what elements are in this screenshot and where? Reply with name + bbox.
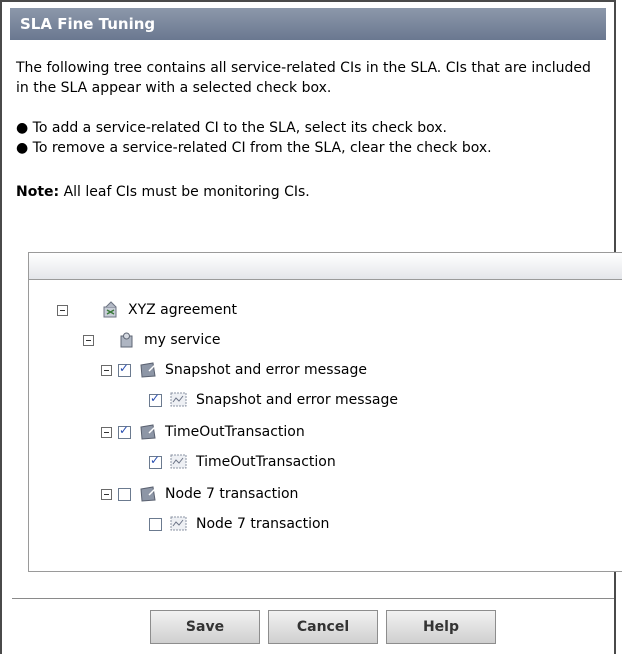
note-label: Note: xyxy=(16,184,60,200)
include-checkbox[interactable] xyxy=(118,423,131,439)
include-checkbox[interactable] xyxy=(149,453,162,469)
tree-node-xyz-agreement[interactable]: XYZ agreement xyxy=(57,299,237,321)
tree-header xyxy=(29,253,622,280)
note-text: All leaf CIs must be monitoring CIs. xyxy=(63,184,310,200)
collapse-icon[interactable] xyxy=(101,364,112,376)
tree-node-node7-group[interactable]: Node 7 transaction xyxy=(101,483,298,505)
cancel-button[interactable]: Cancel xyxy=(268,610,378,644)
instruction-item: ● To remove a service-related CI from th… xyxy=(16,140,492,156)
tree-node-snapshot-group[interactable]: Snapshot and error message xyxy=(101,359,367,381)
tree-node-label: Node 7 transaction xyxy=(196,516,330,532)
agreement-icon xyxy=(103,301,117,318)
intro-text: The following tree contains all service-… xyxy=(16,60,591,96)
tree-node-label: Snapshot and error message xyxy=(196,392,398,408)
tree-node-label: Snapshot and error message xyxy=(165,362,367,378)
help-button[interactable]: Help xyxy=(386,610,496,644)
instruction-text: To remove a service-related CI from the … xyxy=(32,140,492,156)
instruction-text: To add a service-related CI to the SLA, … xyxy=(32,120,447,136)
save-button[interactable]: Save xyxy=(150,610,260,644)
tree-node-snapshot-monitor[interactable]: Snapshot and error message xyxy=(149,389,398,411)
tree-node-my-service[interactable]: my service xyxy=(83,329,221,351)
collapse-icon[interactable] xyxy=(57,304,68,316)
tree-node-node7-monitor[interactable]: Node 7 transaction xyxy=(149,513,329,535)
collapse-icon[interactable] xyxy=(101,488,112,500)
tree-node-label: my service xyxy=(144,332,221,348)
collapse-icon[interactable] xyxy=(101,426,112,438)
tree-node-timeout-monitor[interactable]: TimeOutTransaction xyxy=(149,451,336,473)
dialog-frame: SLA Fine Tuning The following tree conta… xyxy=(0,0,622,654)
description-area: The following tree contains all service-… xyxy=(2,58,614,202)
include-checkbox[interactable] xyxy=(118,487,131,501)
instructions-list: ● To add a service-related CI to the SLA… xyxy=(16,118,600,158)
monitor-icon xyxy=(170,454,187,469)
transaction-group-icon xyxy=(140,362,156,378)
instruction-item: ● To add a service-related CI to the SLA… xyxy=(16,120,447,136)
ci-tree-panel: XYZ agreement my service Snapshot and er… xyxy=(28,252,622,572)
transaction-group-icon xyxy=(140,486,156,502)
transaction-group-icon xyxy=(140,424,156,440)
tree-node-label: TimeOutTransaction xyxy=(196,454,336,470)
tree-node-timeout-group[interactable]: TimeOutTransaction xyxy=(101,421,305,443)
service-icon xyxy=(120,332,133,348)
include-checkbox[interactable] xyxy=(149,391,162,407)
tree-node-label: Node 7 transaction xyxy=(165,486,299,502)
include-checkbox[interactable] xyxy=(149,517,162,531)
monitor-icon xyxy=(170,516,187,531)
footer-divider xyxy=(12,598,614,599)
dialog-title: SLA Fine Tuning xyxy=(10,8,606,40)
tree-node-label: TimeOutTransaction xyxy=(165,424,305,440)
include-checkbox[interactable] xyxy=(118,361,131,377)
collapse-icon[interactable] xyxy=(83,334,94,346)
tree-node-label: XYZ agreement xyxy=(128,302,237,318)
note: Note: All leaf CIs must be monitoring CI… xyxy=(16,182,600,202)
button-bar: Save Cancel Help xyxy=(2,610,618,646)
monitor-icon xyxy=(170,392,187,407)
